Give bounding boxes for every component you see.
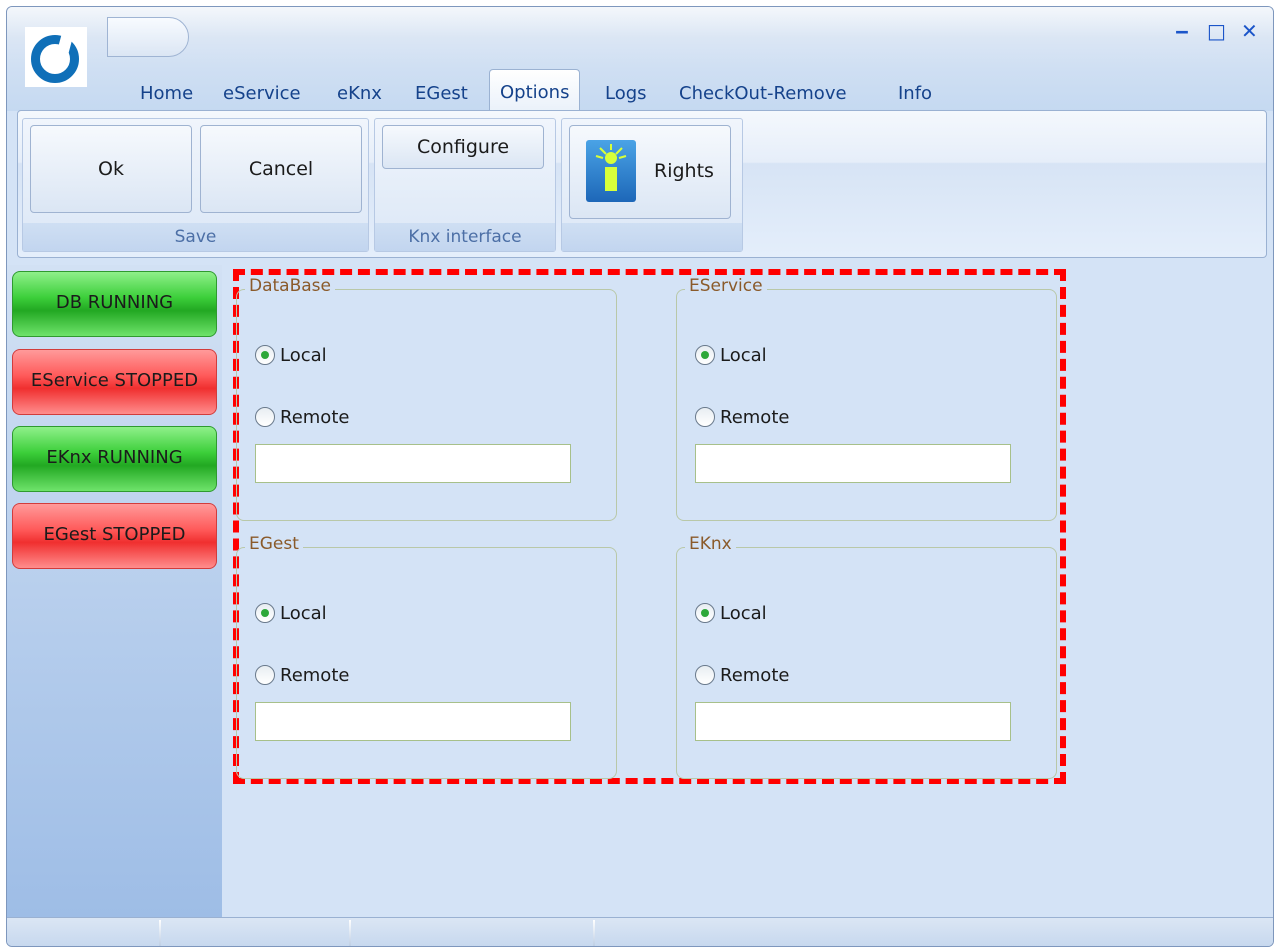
radio-unselected-icon — [695, 407, 715, 427]
rights-group-label — [562, 223, 742, 251]
egest-remote-field[interactable] — [255, 702, 571, 741]
cancel-button[interactable]: Cancel — [200, 125, 362, 213]
service-status-panel: DB RUNNING EService STOPPED EKnx RUNNING… — [7, 265, 222, 917]
radio-selected-icon — [255, 603, 275, 623]
status-bar — [7, 917, 1273, 946]
eservice-group-title: EService — [685, 276, 767, 296]
radio-unselected-icon — [695, 665, 715, 685]
radio-selected-icon — [695, 603, 715, 623]
title-bar: ‒ □ ✕ — [7, 7, 1273, 69]
tab-egest[interactable]: EGest — [415, 83, 468, 104]
eknx-group: EKnx Local Remote — [676, 534, 1057, 779]
close-button[interactable]: ✕ — [1241, 21, 1258, 41]
eservice-local-radio[interactable]: Local — [695, 342, 767, 368]
options-content: DataBase Local Remote EService Local Rem… — [222, 265, 1273, 917]
ribbon-tabs: Home eService eKnx EGest Options Logs Ch… — [7, 69, 1273, 111]
database-group: DataBase Local Remote — [236, 276, 617, 521]
rights-button[interactable]: Rights — [569, 125, 731, 219]
eknx-group-title: EKnx — [685, 534, 736, 554]
eservice-remote-radio[interactable]: Remote — [695, 404, 789, 430]
radio-selected-icon — [695, 345, 715, 365]
database-remote-radio[interactable]: Remote — [255, 404, 349, 430]
rights-group: Rights — [561, 118, 743, 252]
status-bar-divider — [159, 920, 161, 946]
user-rights-icon — [586, 140, 636, 202]
app-logo[interactable] — [25, 27, 87, 87]
configure-button[interactable]: Configure — [382, 125, 544, 169]
database-remote-field[interactable] — [255, 444, 571, 483]
radio-selected-icon — [255, 345, 275, 365]
egest-status-button[interactable]: EGest STOPPED — [12, 503, 217, 569]
status-bar-divider — [593, 920, 595, 946]
radio-unselected-icon — [255, 407, 275, 427]
egest-group-title: EGest — [245, 534, 303, 554]
egest-group: EGest Local Remote — [236, 534, 617, 779]
tab-checkout-remove[interactable]: CheckOut-Remove — [679, 83, 847, 104]
egest-local-radio[interactable]: Local — [255, 600, 327, 626]
save-group: Ok Cancel Save — [22, 118, 369, 252]
tab-eknx[interactable]: eKnx — [337, 83, 382, 104]
database-group-title: DataBase — [245, 276, 335, 296]
knx-interface-group-label: Knx interface — [375, 223, 555, 251]
tab-logs[interactable]: Logs — [605, 83, 647, 104]
maximize-button[interactable]: □ — [1207, 21, 1226, 41]
tab-home[interactable]: Home — [140, 83, 193, 104]
egest-remote-radio[interactable]: Remote — [255, 662, 349, 688]
app-window: ‒ □ ✕ Home eService eKnx EGest Options L… — [6, 6, 1274, 947]
ok-button[interactable]: Ok — [30, 125, 192, 213]
eknx-status-button[interactable]: EKnx RUNNING — [12, 426, 217, 492]
eknx-remote-field[interactable] — [695, 702, 1011, 741]
save-group-label: Save — [23, 223, 368, 251]
eservice-status-button[interactable]: EService STOPPED — [12, 349, 217, 415]
radio-unselected-icon — [255, 665, 275, 685]
rights-label: Rights — [654, 160, 714, 182]
tab-eservice[interactable]: eService — [223, 83, 301, 104]
ribbon-panel: Ok Cancel Save Configure Knx interface R… — [17, 110, 1267, 258]
eknx-local-radio[interactable]: Local — [695, 600, 767, 626]
eservice-group: EService Local Remote — [676, 276, 1057, 521]
eservice-remote-field[interactable] — [695, 444, 1011, 483]
tab-info[interactable]: Info — [898, 83, 932, 104]
minimize-button[interactable]: ‒ — [1175, 21, 1189, 41]
db-status-button[interactable]: DB RUNNING — [12, 271, 217, 337]
status-bar-divider — [349, 920, 351, 946]
tab-options[interactable]: Options — [489, 69, 581, 111]
knx-interface-group: Configure Knx interface — [374, 118, 556, 252]
database-local-radio[interactable]: Local — [255, 342, 327, 368]
eknx-remote-radio[interactable]: Remote — [695, 662, 789, 688]
logo-ring-icon — [31, 35, 79, 83]
quick-access-toolbar[interactable] — [107, 17, 189, 57]
